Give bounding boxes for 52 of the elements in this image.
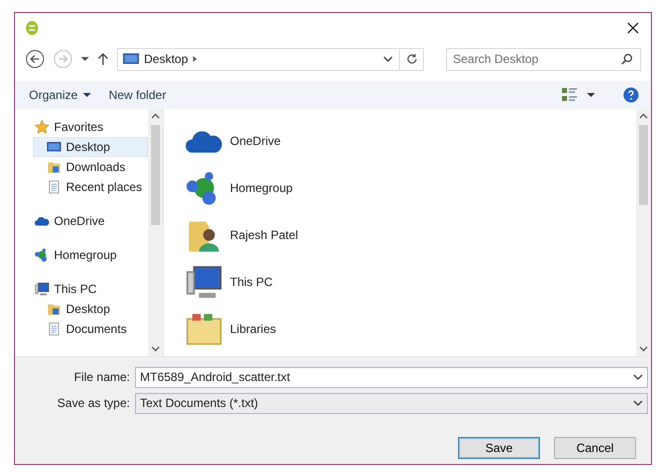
navigation-item[interactable]: OneDrive: [17, 211, 148, 231]
scroll-down-icon[interactable]: [151, 346, 160, 352]
toolbar-button[interactable]: New folder: [102, 85, 172, 105]
app-icon: [25, 20, 39, 36]
folder-item[interactable]: Libraries: [184, 305, 636, 352]
navigation-item[interactable]: Homegroup: [17, 245, 148, 265]
view-options-button[interactable]: [561, 87, 595, 103]
breadcrumb-item[interactable]: Desktop: [144, 52, 188, 66]
default-button[interactable]: Save: [458, 437, 540, 459]
search-field[interactable]: Search Desktop: [446, 48, 641, 70]
navigation-item[interactable]: Desktop: [33, 137, 148, 157]
navigation-item[interactable]: Recent places: [33, 177, 148, 197]
caret-icon: [82, 92, 91, 98]
folder-item[interactable]: OneDrive: [184, 117, 636, 164]
field-label: File name:: [72, 370, 131, 384]
folder-item[interactable]: Homegroup: [184, 164, 636, 211]
scroll-up-icon[interactable]: [639, 113, 648, 119]
details-view-icon: [561, 87, 579, 103]
scroll-up-icon[interactable]: [151, 113, 160, 119]
navigation-item[interactable]: Desktop: [33, 299, 148, 319]
caret-icon: [81, 56, 89, 62]
scrollbar[interactable]: [636, 109, 651, 356]
computer-icon: [34, 281, 50, 297]
recent-locations-button[interactable]: [81, 56, 89, 62]
star-icon: [34, 119, 50, 135]
navigation-item[interactable]: Downloads: [33, 157, 148, 177]
close-button[interactable]: [625, 20, 641, 36]
dialog-button[interactable]: Cancel: [554, 437, 636, 459]
address-bar[interactable]: Desktop: [117, 48, 424, 70]
folder-item[interactable]: Rajesh Patel: [184, 211, 636, 258]
dropdown-icon[interactable]: [633, 400, 643, 406]
scrollbar[interactable]: [148, 109, 163, 356]
toolbar-button[interactable]: Organize: [23, 85, 97, 105]
caret-icon: [587, 92, 595, 98]
refresh-icon: [406, 53, 418, 65]
field-label: Save as type:: [56, 396, 131, 410]
help-button[interactable]: [623, 87, 639, 103]
document-icon: [46, 179, 62, 195]
file-name-field[interactable]: MT6589_Android_scatter.txt: [135, 366, 648, 388]
document-icon: [46, 321, 62, 337]
navigation-item[interactable]: This PC: [17, 279, 148, 299]
navigation-item[interactable]: Favorites: [17, 117, 148, 137]
folder-item[interactable]: This PC: [184, 258, 636, 305]
navigation-item[interactable]: Documents: [33, 319, 148, 339]
up-button[interactable]: [97, 52, 109, 66]
back-button[interactable]: [25, 49, 45, 69]
search-icon: [621, 52, 633, 64]
scroll-down-icon[interactable]: [639, 346, 648, 352]
scroll-thumb[interactable]: [639, 125, 648, 205]
dropdown-icon[interactable]: [633, 374, 643, 380]
scroll-thumb[interactable]: [151, 125, 160, 225]
file-type-dropdown[interactable]: Text Documents (*.txt): [135, 392, 648, 414]
